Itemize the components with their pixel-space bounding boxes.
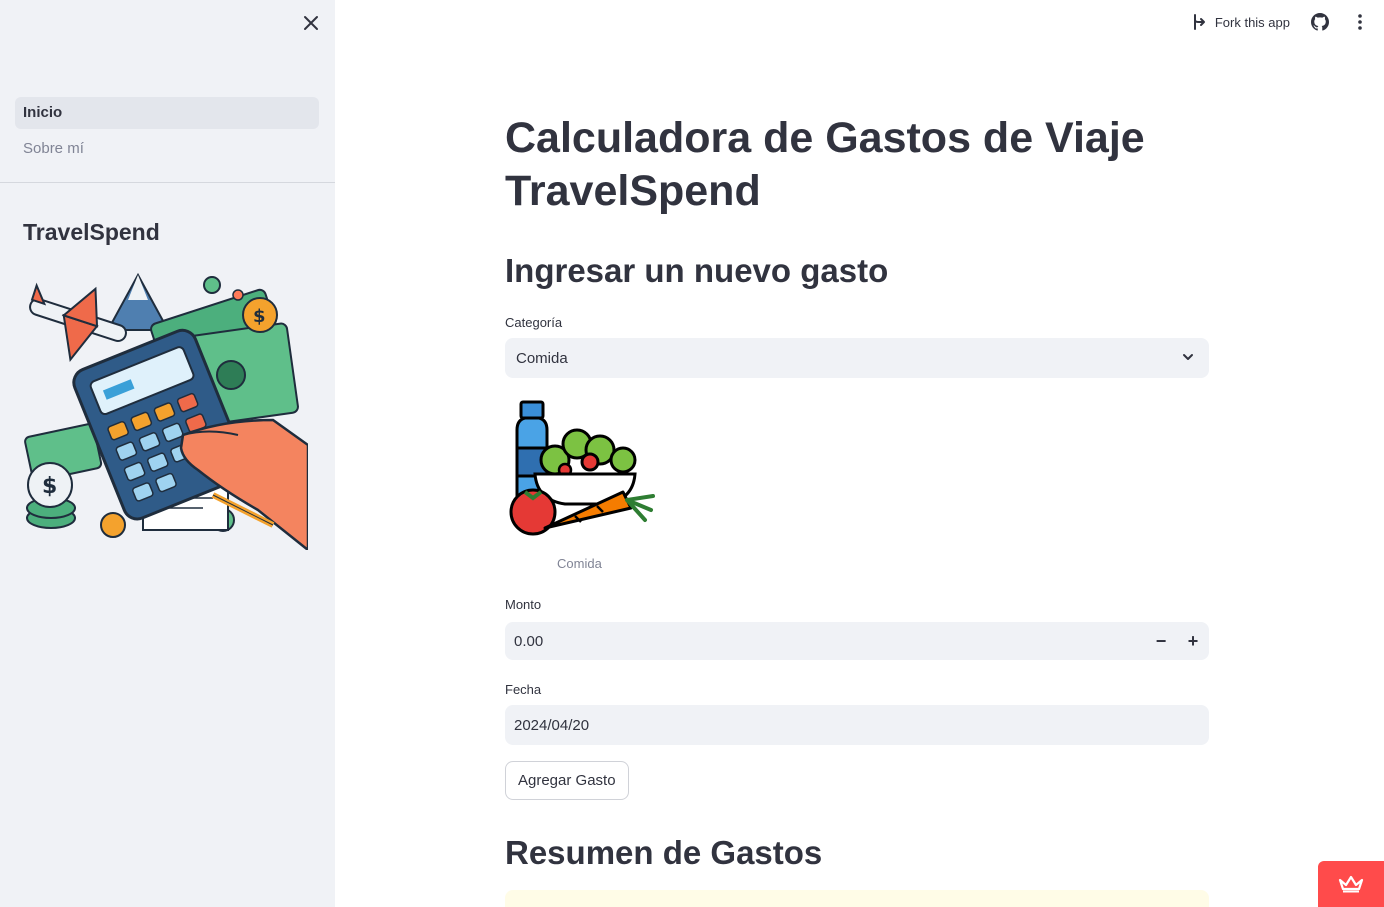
summary-heading: Resumen de Gastos	[505, 834, 823, 871]
page-title: Calculadora de Gastos de Viaje TravelSpe…	[505, 114, 1145, 215]
food-image-caption: Comida	[557, 556, 602, 571]
svg-text:$: $	[253, 306, 266, 327]
summary-info-box	[505, 890, 1209, 907]
amount-stepper: − +	[1145, 622, 1209, 660]
category-value: Comida	[516, 349, 568, 367]
date-input[interactable]: 2024/04/20	[505, 705, 1209, 745]
food-category-image	[505, 400, 655, 537]
crown-icon	[1338, 875, 1364, 893]
fork-label: Fork this app	[1214, 14, 1290, 30]
chevron-down-icon	[1181, 350, 1195, 364]
amount-label: Monto	[505, 597, 542, 612]
travel-expense-illustration: $ $	[23, 270, 310, 553]
amount-value: 0.00	[514, 632, 544, 650]
sidebar-item-inicio[interactable]: Inicio	[15, 97, 319, 129]
sidebar: Inicio Sobre mí TravelSpend $ $	[0, 0, 335, 907]
app-toolbar: Fork this app	[1189, 10, 1370, 34]
more-vertical-icon[interactable]	[1350, 12, 1370, 32]
amount-input[interactable]: 0.00 − +	[505, 622, 1209, 660]
sidebar-divider	[0, 182, 335, 183]
close-icon[interactable]	[300, 12, 322, 34]
category-select[interactable]: Comida	[505, 338, 1209, 378]
fork-icon	[1189, 12, 1209, 32]
add-expense-button[interactable]: Agregar Gasto	[505, 761, 629, 800]
streamlit-badge[interactable]	[1318, 861, 1384, 907]
increment-button[interactable]: +	[1177, 622, 1209, 660]
sidebar-title: TravelSpend	[23, 219, 160, 245]
fork-app-button[interactable]: Fork this app	[1189, 12, 1290, 32]
decrement-button[interactable]: −	[1145, 622, 1177, 660]
date-value: 2024/04/20	[514, 716, 590, 734]
category-label: Categoría	[505, 315, 563, 330]
sidebar-nav: Inicio Sobre mí	[15, 97, 319, 169]
svg-text:$: $	[42, 474, 57, 499]
github-icon[interactable]	[1310, 12, 1330, 32]
new-expense-heading: Ingresar un nuevo gasto	[505, 252, 889, 289]
sidebar-item-sobre-mi[interactable]: Sobre mí	[15, 133, 319, 165]
date-label: Fecha	[505, 682, 542, 697]
